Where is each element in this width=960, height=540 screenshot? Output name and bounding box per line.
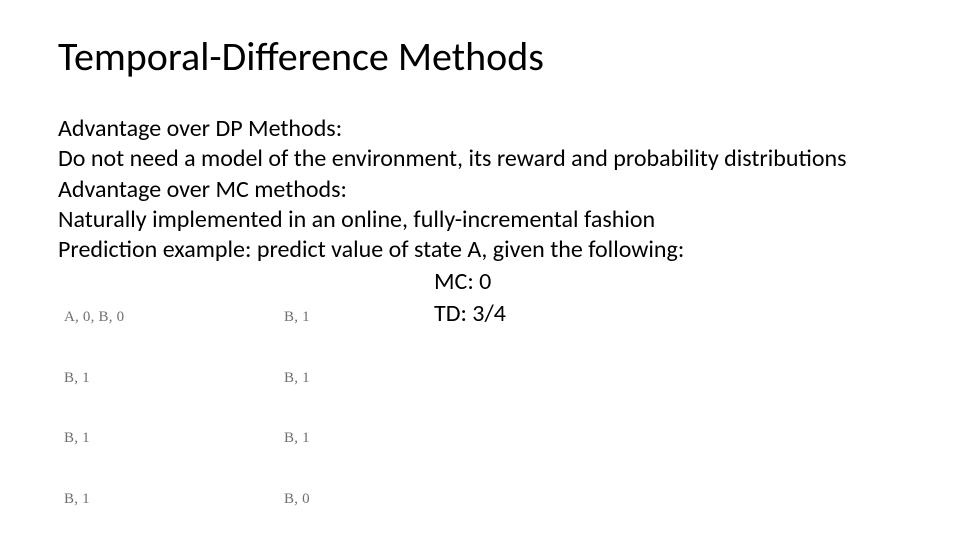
body-line-4: Naturally implemented in an online, full…	[58, 205, 902, 234]
seq-left-0: A, 0, B, 0	[64, 307, 284, 327]
result-mc: MC: 0	[434, 266, 506, 297]
results: MC: 0 TD: 3/4	[434, 266, 506, 328]
seq-right-1: B, 1	[284, 368, 434, 388]
seq-left-2: B, 1	[64, 428, 284, 448]
slide-title: Temporal-Difference Methods	[58, 34, 902, 80]
result-td: TD: 3/4	[434, 298, 506, 329]
slide-body: Advantage over DP Methods: Do not need a…	[58, 114, 902, 540]
sequence-column-left: A, 0, B, 0 B, 1 B, 1 B, 1	[58, 266, 284, 540]
body-line-5: Prediction example: predict value of sta…	[58, 235, 902, 264]
seq-right-0: B, 1	[284, 307, 434, 327]
sequence-column-right: B, 1 B, 1 B, 1 B, 0	[284, 266, 434, 540]
body-line-3: Advantage over MC methods:	[58, 175, 902, 204]
example-row: A, 0, B, 0 B, 1 B, 1 B, 1 B, 1 B, 1 B, 1…	[58, 266, 902, 540]
body-line-2: Do not need a model of the environment, …	[58, 144, 902, 173]
body-line-1: Advantage over DP Methods:	[58, 114, 902, 143]
seq-left-1: B, 1	[64, 368, 284, 388]
seq-right-3: B, 0	[284, 489, 434, 509]
seq-left-3: B, 1	[64, 489, 284, 509]
seq-right-2: B, 1	[284, 428, 434, 448]
slide: Temporal-Difference Methods Advantage ov…	[0, 0, 960, 540]
